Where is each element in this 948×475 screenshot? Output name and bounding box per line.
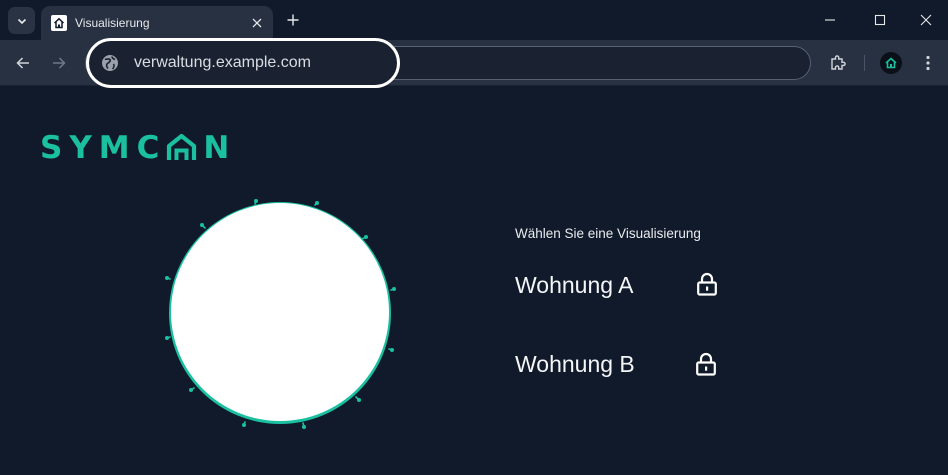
puzzle-icon bbox=[831, 55, 846, 70]
browser-menu-button[interactable] bbox=[916, 51, 940, 75]
select-visualization-prompt: Wählen Sie eine Visualisierung bbox=[515, 226, 701, 241]
forward-button[interactable] bbox=[47, 51, 71, 75]
lock-icon bbox=[696, 352, 716, 376]
browser-tab[interactable]: Visualisierung bbox=[41, 6, 273, 40]
tab-close-button[interactable] bbox=[247, 13, 267, 33]
close-icon bbox=[252, 18, 262, 28]
symcon-logo: SYMC N bbox=[40, 130, 237, 166]
maximize-button[interactable] bbox=[868, 8, 892, 32]
apartment-item-a[interactable]: Wohnung A bbox=[515, 270, 634, 300]
back-button[interactable] bbox=[11, 51, 35, 75]
arrow-right-icon bbox=[53, 57, 66, 69]
close-icon bbox=[920, 14, 932, 26]
apartment-label[interactable]: Wohnung B bbox=[515, 349, 635, 379]
logo-text-right: N bbox=[203, 130, 237, 166]
profile-button[interactable] bbox=[880, 52, 902, 74]
apartment-label[interactable]: Wohnung A bbox=[515, 270, 634, 300]
logo-house-icon bbox=[167, 133, 197, 160]
minimize-button[interactable] bbox=[818, 8, 842, 32]
new-tab-button[interactable] bbox=[283, 10, 303, 30]
tab-search-button[interactable] bbox=[8, 7, 35, 34]
more-vertical-icon bbox=[926, 55, 930, 71]
logo-text-left: SYMC bbox=[40, 130, 167, 166]
visualization-preview-circle bbox=[165, 199, 396, 429]
window-close-button[interactable] bbox=[914, 8, 938, 32]
favicon-house-icon bbox=[51, 15, 67, 31]
arrow-left-icon bbox=[16, 57, 29, 69]
extensions-button[interactable] bbox=[826, 51, 850, 75]
house-icon bbox=[885, 57, 897, 69]
address-bar-url[interactable]: verwaltung.example.com bbox=[134, 54, 311, 72]
toolbar-separator bbox=[864, 55, 865, 71]
plus-icon bbox=[287, 14, 299, 26]
maximize-icon bbox=[874, 14, 886, 26]
tab-strip: Visualisierung bbox=[0, 0, 948, 40]
tab-title: Visualisierung bbox=[75, 16, 150, 30]
globe-icon[interactable] bbox=[101, 54, 119, 72]
lock-icon bbox=[697, 272, 717, 296]
chevron-down-icon bbox=[17, 18, 26, 24]
apartment-item-b[interactable]: Wohnung B bbox=[515, 349, 635, 379]
minimize-icon bbox=[825, 19, 835, 21]
